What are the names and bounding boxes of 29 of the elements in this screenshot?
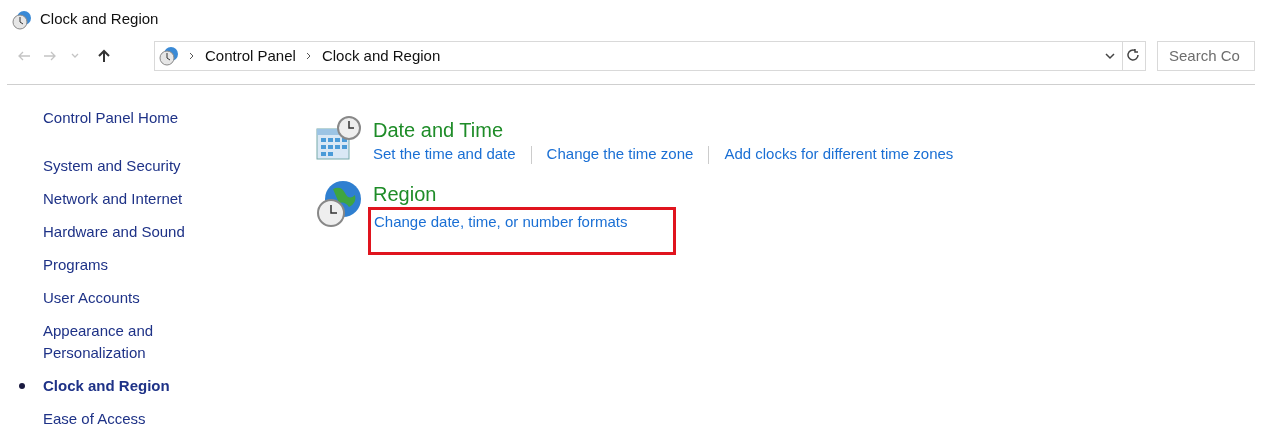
- sidebar-link[interactable]: Clock and Region: [43, 375, 213, 397]
- chevron-icon: [305, 52, 312, 60]
- sidebar-link[interactable]: Programs: [43, 254, 213, 276]
- breadcrumb[interactable]: Control Panel: [205, 44, 296, 68]
- sidebar-link[interactable]: System and Security: [43, 155, 213, 177]
- sidebar-link[interactable]: Appearance and Personalization: [43, 320, 213, 364]
- dropdown-icon[interactable]: [1104, 50, 1116, 62]
- task-link[interactable]: Change the time zone: [546, 143, 694, 165]
- sidebar-link[interactable]: Network and Internet: [43, 188, 213, 210]
- bullet-icon: [19, 383, 25, 389]
- globe-clock-icon: [315, 179, 363, 227]
- refresh-icon[interactable]: [1127, 48, 1141, 64]
- sidebar-link[interactable]: User Accounts: [43, 287, 213, 309]
- section-heading[interactable]: Date and Time: [373, 117, 954, 143]
- address-bar[interactable]: Control Panel Clock and Region: [154, 41, 1146, 71]
- clock-globe-icon: [159, 46, 179, 66]
- task-link[interactable]: Add clocks for different time zones: [724, 143, 954, 165]
- window-title: Clock and Region: [40, 9, 159, 30]
- sidebar-link[interactable]: Hardware and Sound: [43, 221, 213, 243]
- search-field[interactable]: Search Co: [1157, 41, 1255, 71]
- chevron-icon: [189, 52, 195, 60]
- calendar-clock-icon: [315, 115, 363, 163]
- clock-globe-icon: [12, 9, 32, 30]
- task-link[interactable]: Change date, time, or number formats: [374, 213, 628, 230]
- task-link[interactable]: Set the time and date: [373, 143, 516, 165]
- sidebar-link[interactable]: Ease of Access: [43, 408, 213, 430]
- sidebar-link[interactable]: Control Panel Home: [43, 107, 213, 129]
- section-heading[interactable]: Region: [373, 181, 677, 207]
- breadcrumb[interactable]: Clock and Region: [321, 44, 441, 68]
